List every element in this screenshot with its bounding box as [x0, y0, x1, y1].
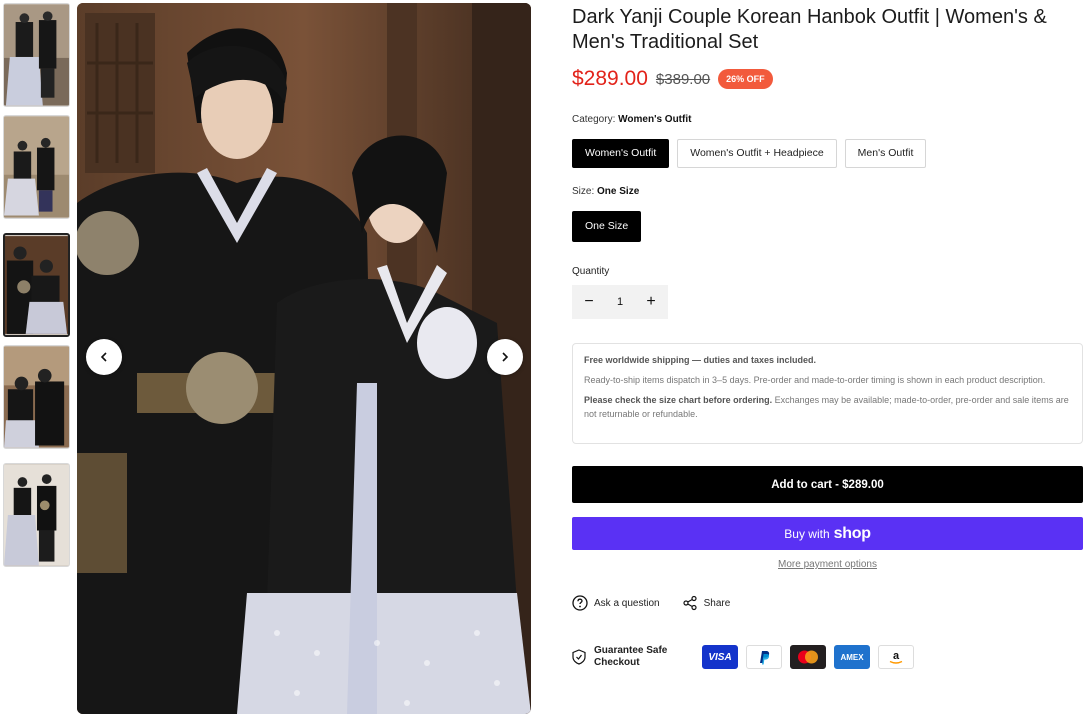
sale-price: $289.00 — [572, 67, 648, 90]
guarantee-safe-checkout: Guarantee Safe Checkout VISA AMEX a — [572, 645, 914, 669]
size-selected-value: One Size — [597, 186, 640, 197]
main-product-image — [77, 3, 531, 714]
size-label: Size: One Size — [572, 186, 639, 197]
thumbnail-3[interactable] — [3, 233, 70, 337]
buy-with-shop-button[interactable]: Buy with shop — [572, 517, 1083, 550]
share-icon — [683, 595, 697, 611]
product-title: Dark Yanji Couple Korean Hanbok Outfit |… — [572, 6, 1047, 53]
price-row: $289.00 $389.00 26% OFF — [572, 67, 773, 91]
size-chart-strong: Please check the size chart before order… — [584, 395, 773, 405]
product-actions: Ask a question Share — [572, 595, 730, 611]
compare-price: $389.00 — [655, 70, 711, 88]
thumbnail-1[interactable] — [3, 3, 70, 107]
size-chart-notice: Please check the size chart before order… — [584, 393, 1071, 421]
chevron-right-icon — [502, 352, 509, 362]
thumbnail-2[interactable] — [3, 115, 70, 219]
size-option-one-size[interactable]: One Size — [572, 211, 642, 242]
more-payment-options-link[interactable]: More payment options — [572, 559, 1083, 570]
thumbnail-image — [5, 236, 68, 334]
thumbnail-image — [4, 116, 69, 218]
mastercard-icon — [790, 645, 826, 669]
thumbnail-image — [4, 4, 69, 106]
paypal-logo — [760, 651, 770, 665]
thumbnail-image — [4, 464, 69, 566]
share-button[interactable]: Share — [682, 595, 731, 611]
mastercard-logo — [798, 650, 818, 664]
gallery-next-button[interactable] — [487, 339, 523, 375]
amazon-icon: a — [878, 645, 914, 669]
svg-text:a: a — [893, 650, 900, 662]
dispatch-text: Ready-to-ship items dispatch in 3–5 days… — [584, 375, 1046, 385]
category-label: Category: Women's Outfit — [572, 114, 691, 125]
gallery-prev-button[interactable] — [86, 339, 122, 375]
shield-check-icon — [572, 649, 586, 665]
amazon-logo: a — [889, 650, 903, 664]
category-option-womens-outfit-headpiece[interactable]: Women's Outfit + Headpiece — [677, 139, 837, 168]
chevron-left-icon — [100, 352, 107, 362]
category-options: Women's Outfit Women's Outfit + Headpiec… — [572, 139, 927, 168]
amex-icon: AMEX — [834, 645, 870, 669]
discount-badge: 26% OFF — [718, 69, 773, 89]
thumbnail-4[interactable] — [3, 345, 70, 449]
shipping-notice: Free worldwide shipping — duties and tax… — [572, 343, 1083, 444]
guarantee-text: Guarantee Safe Checkout — [594, 645, 668, 668]
category-option-mens-outfit[interactable]: Men's Outfit — [844, 139, 927, 168]
minus-icon[interactable]: − — [580, 293, 598, 311]
category-label-text: Category: — [572, 114, 616, 125]
visa-icon: VISA — [702, 645, 738, 669]
ask-question-button[interactable]: Ask a question — [572, 595, 660, 611]
paypal-icon — [746, 645, 782, 669]
question-icon — [572, 595, 588, 611]
product-photo — [77, 3, 531, 714]
add-to-cart-button[interactable]: Add to cart - $289.00 — [572, 466, 1083, 503]
thumbnail-image — [4, 346, 69, 448]
share-label: Share — [703, 597, 731, 609]
category-selected-value: Women's Outfit — [618, 114, 692, 125]
payment-icons: VISA AMEX a — [702, 645, 914, 669]
buy-with-label: Buy with — [784, 526, 830, 541]
quantity-label: Quantity — [572, 266, 610, 277]
size-options: One Size — [572, 211, 642, 242]
ask-question-label: Ask a question — [594, 597, 660, 609]
thumbnail-5[interactable] — [3, 463, 70, 567]
plus-icon[interactable]: + — [642, 293, 660, 311]
shipping-headline: Free worldwide shipping — duties and tax… — [584, 355, 817, 365]
category-option-womens-outfit[interactable]: Women's Outfit — [572, 139, 670, 168]
size-label-text: Size: — [572, 186, 595, 197]
quantity-stepper: − 1 + — [572, 285, 668, 319]
shop-logo: shop — [833, 524, 871, 542]
quantity-value[interactable]: 1 — [617, 296, 623, 308]
